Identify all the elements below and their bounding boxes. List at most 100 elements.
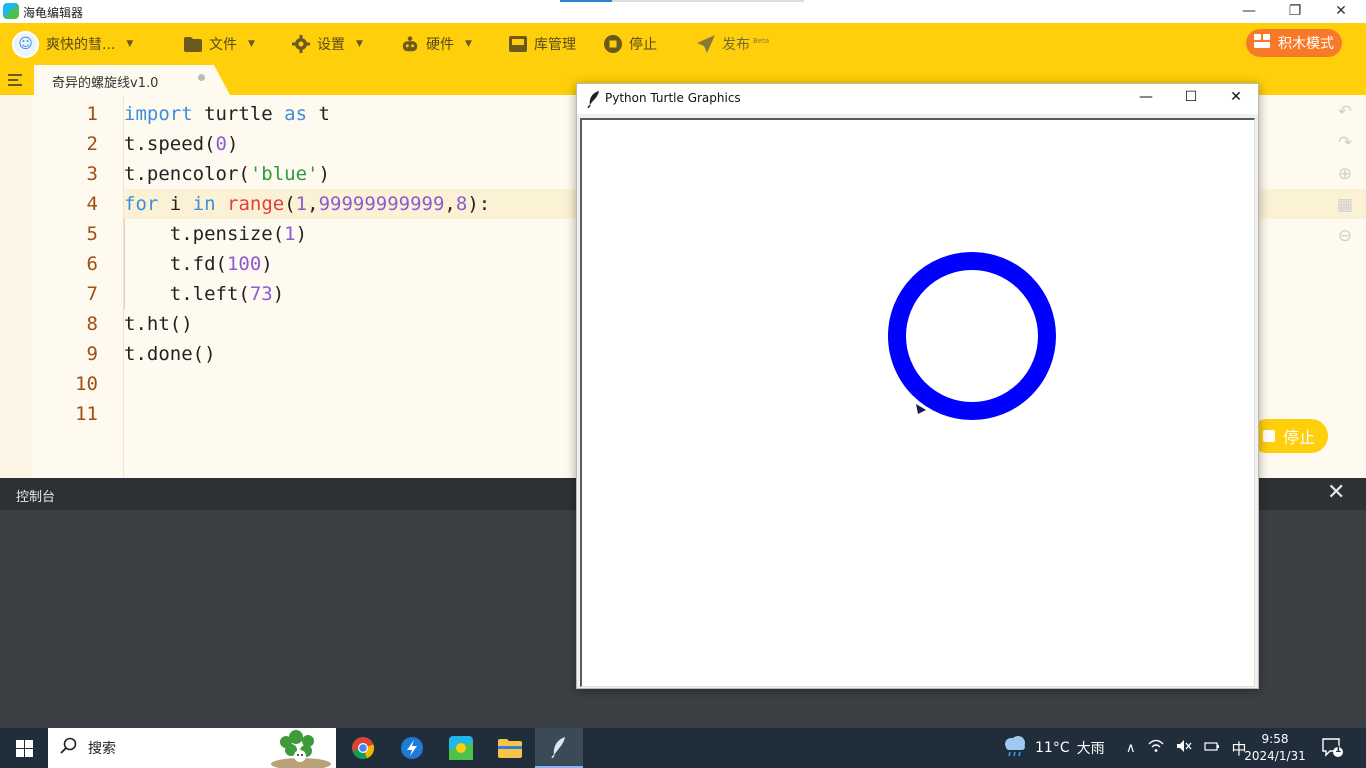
code-token: t.left( <box>124 283 250 305</box>
code-token: t <box>307 103 330 125</box>
taskbar-clock[interactable]: 9:58 2024/1/31 <box>1240 731 1310 765</box>
code-token: t.ht() <box>124 313 193 335</box>
code-line[interactable]: t.speed(0) <box>124 129 238 159</box>
turtle-canvas[interactable] <box>580 118 1255 687</box>
library-manager-button[interactable]: 库管理 <box>509 23 576 65</box>
notification-center-icon[interactable]: 1 <box>1322 738 1344 758</box>
chevron-down-icon: ▼ <box>126 39 134 49</box>
rain-cloud-icon <box>1002 735 1028 761</box>
restore-button[interactable]: ❐ <box>1272 0 1318 23</box>
close-button[interactable]: ✕ <box>1318 0 1364 23</box>
windows-start-icon[interactable] <box>0 728 48 768</box>
code-line[interactable]: t.left(73) <box>124 279 284 309</box>
redo-icon[interactable]: ↷ <box>1334 132 1356 154</box>
blocks-icon <box>1254 34 1270 52</box>
hardware-menu-label: 硬件 <box>426 37 454 53</box>
editor-left-strip <box>0 95 32 478</box>
settings-menu[interactable]: 设置 ▼ <box>292 23 363 65</box>
minimize-button[interactable]: — <box>1226 0 1272 23</box>
box-icon <box>509 35 527 53</box>
publish-button[interactable]: 发布 Beta <box>697 23 769 65</box>
code-token: t.pensize( <box>124 223 285 245</box>
line-number: 2 <box>86 133 98 155</box>
code-token: t.pencolor( <box>124 163 250 185</box>
taskbar: 搜索 11°C 大雨 ∧ 中 9:58 2024/1/31 1 <box>0 728 1366 768</box>
line-number: 1 <box>86 103 98 125</box>
taskbar-search[interactable]: 搜索 <box>48 728 336 768</box>
line-number: 5 <box>86 223 98 245</box>
account-label: 爽快的彗... <box>46 37 116 53</box>
code-token: 99999999999 <box>318 193 445 215</box>
code-token: 1 <box>295 193 308 215</box>
reset-zoom-icon[interactable]: ▦ <box>1334 194 1356 216</box>
undo-icon[interactable]: ↶ <box>1334 101 1356 123</box>
turtle-window-titlebar[interactable]: Python Turtle Graphics — ☐ ✕ <box>577 84 1258 114</box>
feather-icon <box>587 90 601 109</box>
clock-date: 2024/1/31 <box>1244 749 1306 763</box>
unsaved-dot-icon[interactable] <box>198 74 205 81</box>
code-token: t.fd( <box>124 253 227 275</box>
code-token: t.speed( <box>124 133 216 155</box>
code-token: 8 <box>455 193 468 215</box>
run-stop-button[interactable]: 停止 <box>1250 419 1328 453</box>
console-close-icon[interactable]: ✕ <box>1327 481 1345 505</box>
battery-network-icon[interactable] <box>1203 739 1220 757</box>
zoom-in-icon[interactable]: ⊕ <box>1334 163 1356 185</box>
turtle-close-button[interactable]: ✕ <box>1213 84 1259 112</box>
file-menu[interactable]: 文件 ▼ <box>184 23 255 65</box>
code-line[interactable]: t.done() <box>124 339 216 369</box>
zoom-out-icon[interactable]: ⊖ <box>1334 225 1356 247</box>
code-line[interactable]: t.pencolor('blue') <box>124 159 330 189</box>
publish-label: 发布 <box>722 37 750 53</box>
stop-button[interactable]: 停止 <box>604 23 657 65</box>
line-number: 4 <box>86 193 98 215</box>
stop-button-label: 停止 <box>629 37 657 53</box>
python-turtle-app-icon[interactable] <box>535 728 583 768</box>
sidebar-toggle-icon[interactable] <box>6 71 24 89</box>
code-token: ( <box>284 193 296 215</box>
search-icon <box>60 737 78 759</box>
turtle-graphics-window[interactable]: Python Turtle Graphics — ☐ ✕ <box>576 83 1259 689</box>
chrome-icon[interactable] <box>339 728 387 768</box>
turtle-minimize-button[interactable]: — <box>1123 84 1169 112</box>
code-token: for <box>124 193 159 215</box>
volume-muted-icon[interactable] <box>1176 739 1192 757</box>
code-line[interactable]: t.ht() <box>124 309 193 339</box>
hardware-menu[interactable]: 硬件 ▼ <box>401 23 472 65</box>
library-manager-label: 库管理 <box>534 37 576 53</box>
code-token: ) <box>261 253 273 275</box>
line-number: 3 <box>86 163 98 185</box>
stop-square-icon <box>1262 430 1275 442</box>
wifi-icon[interactable] <box>1148 739 1164 757</box>
chevron-up-icon[interactable]: ∧ <box>1126 741 1136 756</box>
file-explorer-icon[interactable] <box>486 728 534 768</box>
weather-text: 大雨 <box>1076 741 1105 757</box>
line-number: 9 <box>86 343 98 365</box>
code-token: ) <box>318 163 330 185</box>
turtle-drawing <box>888 252 1056 420</box>
block-mode-button[interactable]: 积木模式 <box>1246 29 1342 57</box>
turtle-editor-app-icon[interactable] <box>437 728 485 768</box>
code-token: 100 <box>226 253 262 275</box>
search-highlight-art-icon <box>271 730 331 768</box>
weather-widget[interactable]: 11°C 大雨 <box>1002 728 1105 768</box>
run-stop-label: 停止 <box>1282 428 1315 447</box>
search-placeholder: 搜索 <box>88 741 116 757</box>
code-line[interactable]: t.pensize(1) <box>124 219 307 249</box>
code-token: i <box>158 193 193 215</box>
code-token: t.done() <box>124 343 216 365</box>
code-token: 73 <box>249 283 273 305</box>
code-line[interactable]: import turtle as t <box>124 99 330 129</box>
turtle-window-title: Python Turtle Graphics <box>605 91 741 105</box>
line-number: 11 <box>75 403 98 425</box>
code-line[interactable]: t.fd(100) <box>124 249 273 279</box>
console-title: 控制台 <box>16 490 56 505</box>
app-arrow-icon[interactable] <box>388 728 436 768</box>
account-menu[interactable]: ☺ 爽快的彗... ▼ <box>12 23 133 65</box>
app-logo-icon <box>3 3 19 19</box>
code-line[interactable]: for i in range(1,99999999999,8): <box>124 189 490 219</box>
turtle-maximize-button[interactable]: ☐ <box>1168 84 1214 112</box>
code-token: , <box>444 193 456 215</box>
code-token: range <box>227 193 285 215</box>
code-token: 'blue' <box>249 163 319 185</box>
